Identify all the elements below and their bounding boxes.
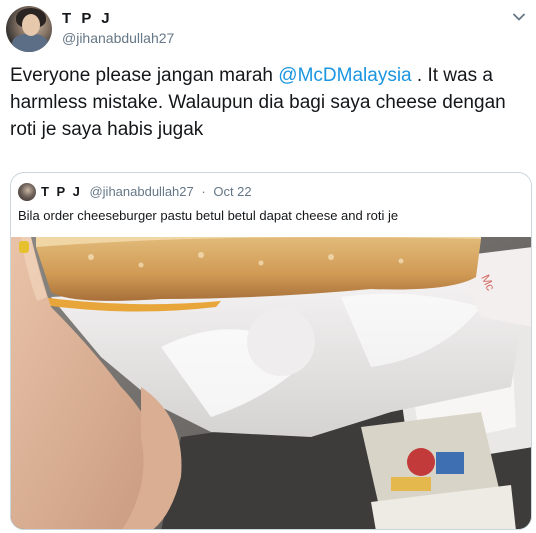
author-name[interactable]: T P J xyxy=(62,10,113,27)
tweet-header: T P J @jihanabdullah27 xyxy=(6,6,530,54)
photo-illustration: Mc xyxy=(11,237,531,529)
quoted-author-name: T P J xyxy=(41,184,82,199)
mention-link[interactable]: @McDMalaysia xyxy=(278,65,411,86)
quoted-author-handle: @jihanabdullah27 xyxy=(89,184,194,199)
quoted-tweet-text: Bila order cheeseburger pastu betul betu… xyxy=(18,208,399,223)
quoted-tweet[interactable]: T P J @jihanabdullah27 · Oct 22 Bila ord… xyxy=(10,172,532,530)
tweet-text: Everyone please jangan marah @McDMalaysi… xyxy=(10,62,530,143)
chevron-down-icon[interactable] xyxy=(512,10,526,24)
quoted-tweet-header: T P J @jihanabdullah27 · Oct 22 xyxy=(41,184,252,199)
author-handle[interactable]: @jihanabdullah27 xyxy=(62,30,174,46)
quoted-author-avatar xyxy=(18,183,36,201)
cheeseburger-photo[interactable]: Mc xyxy=(11,237,531,529)
quoted-separator: · xyxy=(201,184,206,199)
quoted-date: Oct 22 xyxy=(213,184,252,199)
tweet-text-start: Everyone please jangan marah xyxy=(10,65,279,86)
author-avatar[interactable] xyxy=(6,6,52,52)
